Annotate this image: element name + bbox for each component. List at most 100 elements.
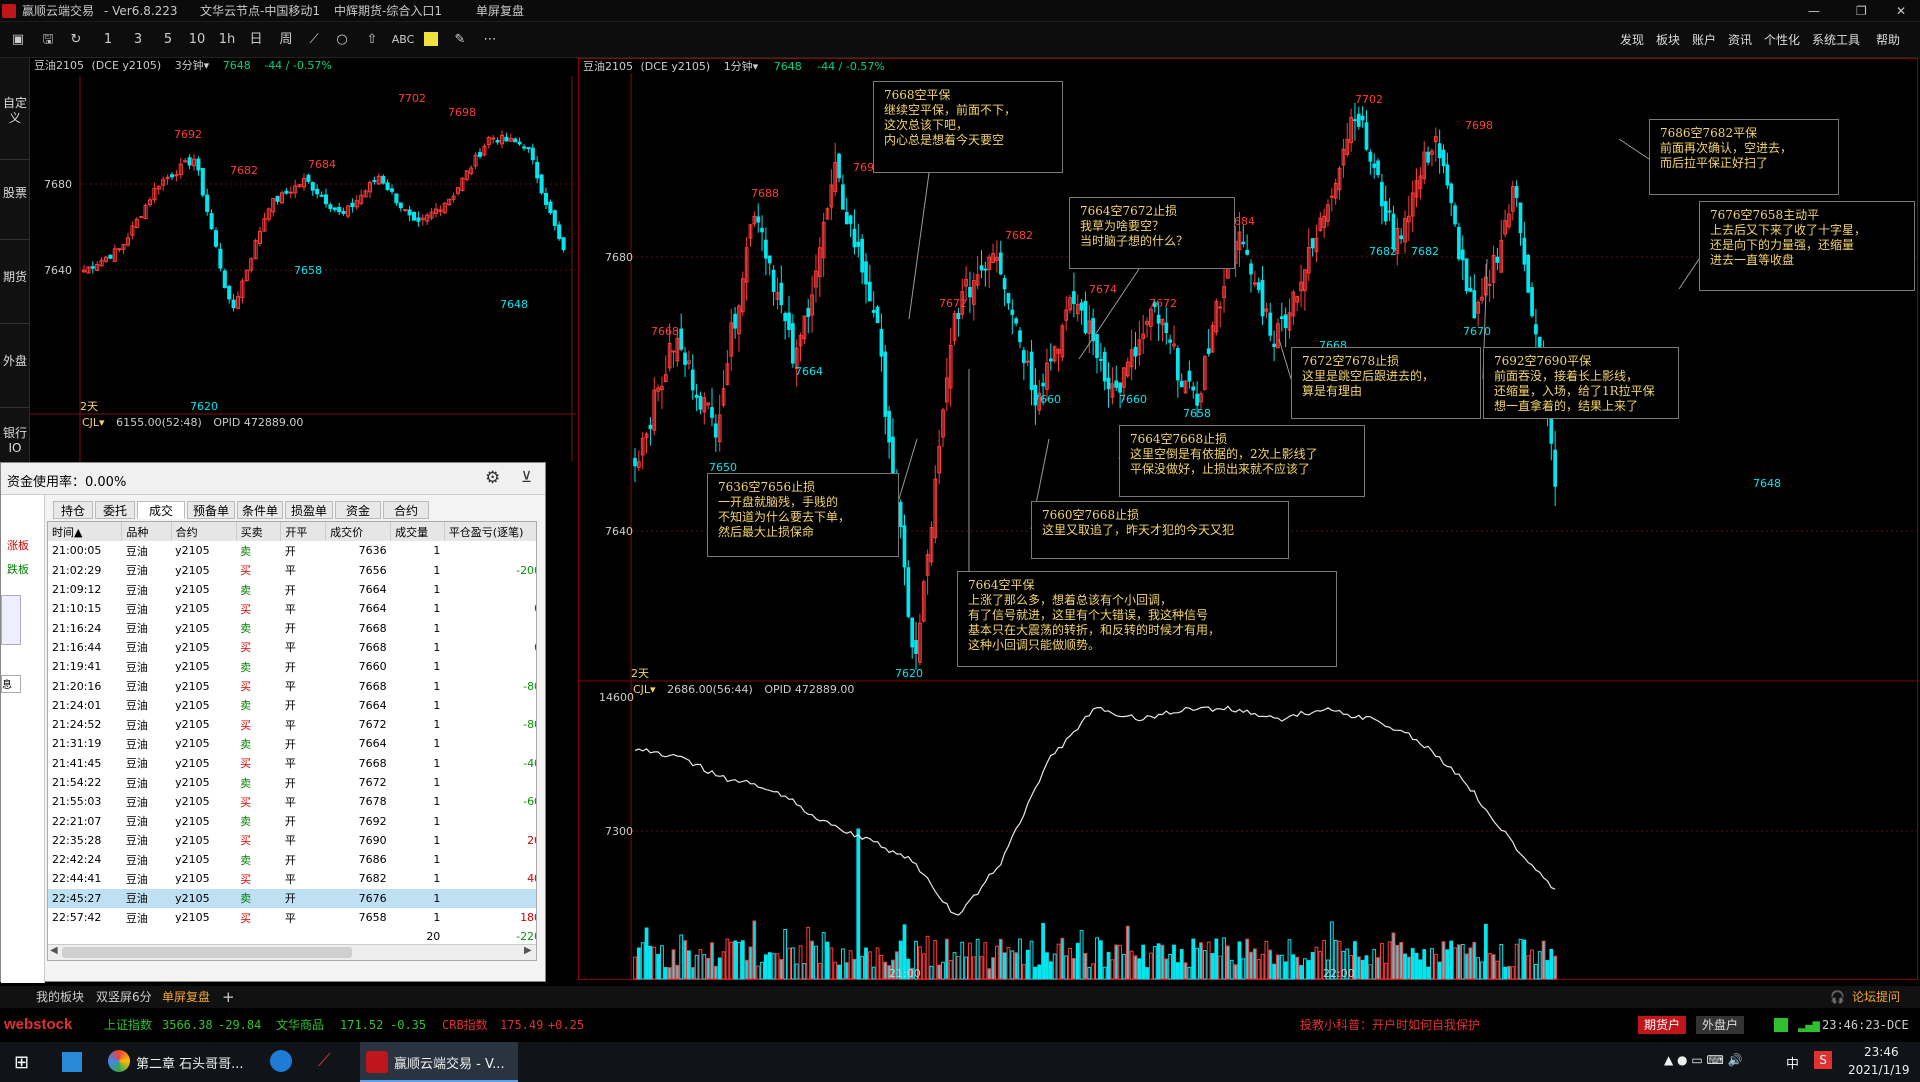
col-price[interactable]: 成交价 xyxy=(325,522,392,542)
table-row[interactable]: 21:41:45 豆油 y2105 买 平 7668 1 -40 xyxy=(48,754,536,773)
sidetab-bank[interactable]: 银行IO xyxy=(0,420,30,460)
file-explorer-icon[interactable] xyxy=(62,1052,82,1072)
mode-label[interactable]: 单屏复盘 xyxy=(476,0,524,22)
table-row[interactable]: 22:21:07 豆油 y2105 卖 开 7692 1 xyxy=(48,811,536,830)
trade-note[interactable]: 7676空7658主动平 上去后又下来了收了十字星， 还是向下的力量强，还缩量 进去一… xyxy=(1699,201,1915,291)
clock-date[interactable]: 2021/1/19 xyxy=(1848,1063,1910,1077)
table-row[interactable]: 22:42:24 豆油 y2105 卖 开 7686 1 xyxy=(48,850,536,869)
menu-news[interactable]: 资讯 xyxy=(1728,22,1752,58)
sidetab-futures[interactable]: 期货 xyxy=(0,264,30,324)
trade-note[interactable]: 7636空7656止损 一开盘就脑残，手贱的 不知道为什么要去下单， 然后最大止损保命 xyxy=(707,473,899,557)
trade-note[interactable]: 7692空7690平保 前面吞没，接着长上影线， 还缩量，入场，给了1R拉平保 想一直… xyxy=(1483,347,1679,419)
table-row[interactable]: 22:45:27 豆油 y2105 卖开 7676 1 xyxy=(48,888,536,908)
sidetab-foreign[interactable]: 外盘 xyxy=(0,348,30,408)
tab-trades[interactable]: 成交 xyxy=(137,501,185,519)
table-row[interactable]: 21:19:41 豆油 y2105 卖 开 7660 1 xyxy=(48,657,536,676)
period-week-button[interactable]: 周 xyxy=(276,30,296,50)
trade-note[interactable]: 7672空7678止损 这里是跳空后跟进去的， 算是有理由 xyxy=(1291,347,1481,419)
color-picker-icon[interactable] xyxy=(424,32,438,46)
edu-tip[interactable]: 投教小科普：开户时如何自我保护 xyxy=(1300,1008,1480,1042)
table-row[interactable]: 21:16:44 豆油 y2105 买 平 7668 10 xyxy=(48,638,536,657)
period-1m-button[interactable]: 1 xyxy=(98,30,118,50)
left-kline-chart[interactable]: 豆油2105 (DCE y2105) 3分钟▾ 7648 -44 / -0.57… xyxy=(30,58,576,462)
menu-account[interactable]: 账户 xyxy=(1692,22,1716,58)
tab-single-replay[interactable]: 单屏复盘 xyxy=(162,986,210,1008)
draw-line-icon[interactable]: ⟋ xyxy=(304,30,324,50)
trade-note[interactable]: 7668空平保 继续空平保，前面不下， 这次总该下吧， 内心总是想着今天要空 xyxy=(873,81,1063,173)
table-row[interactable]: 21:10:15 豆油 y2105 买 平 7664 10 xyxy=(48,599,536,618)
sidetab-custom[interactable]: 自定义 xyxy=(0,90,30,160)
scrollbar-thumb[interactable] xyxy=(62,947,352,958)
futures-account-button[interactable]: 期货户 xyxy=(1638,1016,1687,1034)
add-tab-button[interactable]: + xyxy=(222,986,235,1008)
maximize-button[interactable]: ❐ xyxy=(1856,0,1867,22)
limit-down-label[interactable]: 跌板 xyxy=(7,561,29,577)
table-row[interactable]: 21:55:03 豆油 y2105 买 平 7678 1 -60 xyxy=(48,792,536,811)
close-button[interactable]: ✕ xyxy=(1896,0,1906,22)
trade-note[interactable]: 7664空平保 上涨了那么多，想着总该有个小回调， 有了信号就进，这里有个大错误，我… xyxy=(957,571,1337,667)
collapse-icon[interactable]: ⊻ xyxy=(521,468,532,486)
info-box[interactable]: 息 xyxy=(1,675,21,693)
kugou-icon[interactable] xyxy=(270,1050,292,1072)
col-openclose[interactable]: 开平 xyxy=(280,522,327,542)
right-cjl-select[interactable]: CJL▾ xyxy=(633,683,656,696)
horizontal-scrollbar[interactable]: ◀ ▶ xyxy=(48,944,536,960)
tab-funds[interactable]: 资金 xyxy=(335,501,381,519)
tab-stoploss[interactable]: 损盈单 xyxy=(285,501,333,519)
table-row[interactable]: 21:02:29 豆油 y2105 买 平 7656 1 -200 xyxy=(48,561,536,580)
windows-start-icon[interactable]: ⊞ xyxy=(14,1052,29,1073)
table-row[interactable]: 22:44:41 豆油 y2105 买 平 7682 1 40 xyxy=(48,869,536,888)
forum-link[interactable]: 论坛提问 xyxy=(1852,986,1900,1008)
ime-indicator[interactable]: 中 xyxy=(1786,1053,1799,1072)
tab-contract[interactable]: 合约 xyxy=(383,501,429,519)
tab-position[interactable]: 持仓 xyxy=(53,501,93,519)
tab-dual-screen[interactable]: 双竖屏6分 xyxy=(96,986,152,1008)
period-3m-button[interactable]: 3 xyxy=(128,30,148,50)
trade-note[interactable]: 7660空7668止损 这里又取追了，昨天才犯的今天又犯 xyxy=(1031,501,1289,559)
table-row[interactable]: 21:09:12 豆油 y2105 卖 开 7664 1 xyxy=(48,580,536,599)
col-volume[interactable]: 成交量 xyxy=(390,522,445,542)
menu-sector[interactable]: 板块 xyxy=(1656,22,1680,58)
table-row[interactable]: 22:35:28 豆油 y2105 买 平 7690 1 20 xyxy=(48,831,536,850)
table-row[interactable]: 21:54:22 豆油 y2105 卖 开 7672 1 xyxy=(48,773,536,792)
draw-text-button[interactable]: ABC xyxy=(390,30,416,50)
draw-ellipse-icon[interactable]: ○ xyxy=(332,30,352,50)
menu-help[interactable]: 帮助 xyxy=(1876,22,1900,58)
sogou-icon[interactable]: S xyxy=(1814,1051,1832,1069)
period-1h-button[interactable]: 1h xyxy=(216,30,238,50)
trading-tool-icon[interactable]: ⟋ xyxy=(318,1050,331,1071)
tab-my-sector[interactable]: 我的板块 xyxy=(36,986,84,1008)
tab-orders[interactable]: 委托 xyxy=(95,501,135,519)
table-row[interactable]: 22:57:42 豆油 y2105 买 平 7658 1 180 xyxy=(48,908,536,927)
table-row[interactable]: 21:20:16 豆油 y2105 买 平 7668 1 -80 xyxy=(48,676,536,695)
taskbar-app-chrome[interactable]: 第二章 石头哥哥... xyxy=(136,1053,244,1072)
menu-discover[interactable]: 发现 xyxy=(1620,22,1644,58)
table-row[interactable]: 21:00:05 豆油 y2105 卖 开 7636 1 xyxy=(48,541,536,560)
table-row[interactable]: 21:24:52 豆油 y2105 买 平 7672 1 -80 xyxy=(48,715,536,734)
more-icon[interactable]: ⋯ xyxy=(480,30,500,50)
left-cjl-select[interactable]: CJL▾ xyxy=(82,416,105,429)
broker-entry[interactable]: 中辉期货-综合入口1 xyxy=(334,0,442,22)
period-5m-button[interactable]: 5 xyxy=(158,30,178,50)
menu-personalize[interactable]: 个性化 xyxy=(1764,22,1800,58)
draw-arrow-icon[interactable]: ⇧ xyxy=(362,30,382,50)
table-row[interactable]: 21:24:01 豆油 y2105 卖 开 7664 1 xyxy=(48,696,536,715)
tray-icons[interactable]: ▲ ● ▭ ⌨ 🔊 xyxy=(1664,1053,1743,1067)
tab-prepared[interactable]: 预备单 xyxy=(187,501,235,519)
col-side[interactable]: 买卖 xyxy=(236,522,282,542)
tab-conditional[interactable]: 条件单 xyxy=(237,501,283,519)
trade-note[interactable]: 7664空7672止损 我草为啥要空？ 当时脑子想的什么？ xyxy=(1069,197,1235,269)
right-kline-chart[interactable]: 豆油2105 (DCE y2105) 1分钟▾ 7648 -44 / -0.57… xyxy=(578,58,1919,981)
sidetab-stock[interactable]: 股票 xyxy=(0,180,30,240)
taskbar-app-yingshun[interactable]: 赢顺云端交易 - V... xyxy=(394,1053,505,1072)
menu-system-tools[interactable]: 系统工具 xyxy=(1812,22,1860,58)
period-10m-button[interactable]: 10 xyxy=(186,30,208,50)
table-row[interactable]: 21:31:19 豆油 y2105 卖 开 7664 1 xyxy=(48,734,536,753)
col-product[interactable]: 品种 xyxy=(121,522,172,542)
clock-time[interactable]: 23:46 xyxy=(1864,1045,1899,1059)
chrome-icon[interactable] xyxy=(108,1050,130,1072)
scroll-right-icon[interactable]: ▶ xyxy=(524,945,532,956)
period-day-button[interactable]: 日 xyxy=(246,30,266,50)
scroll-left-icon[interactable]: ◀ xyxy=(50,945,58,956)
foreign-account-button[interactable]: 外盘户 xyxy=(1696,1016,1745,1034)
